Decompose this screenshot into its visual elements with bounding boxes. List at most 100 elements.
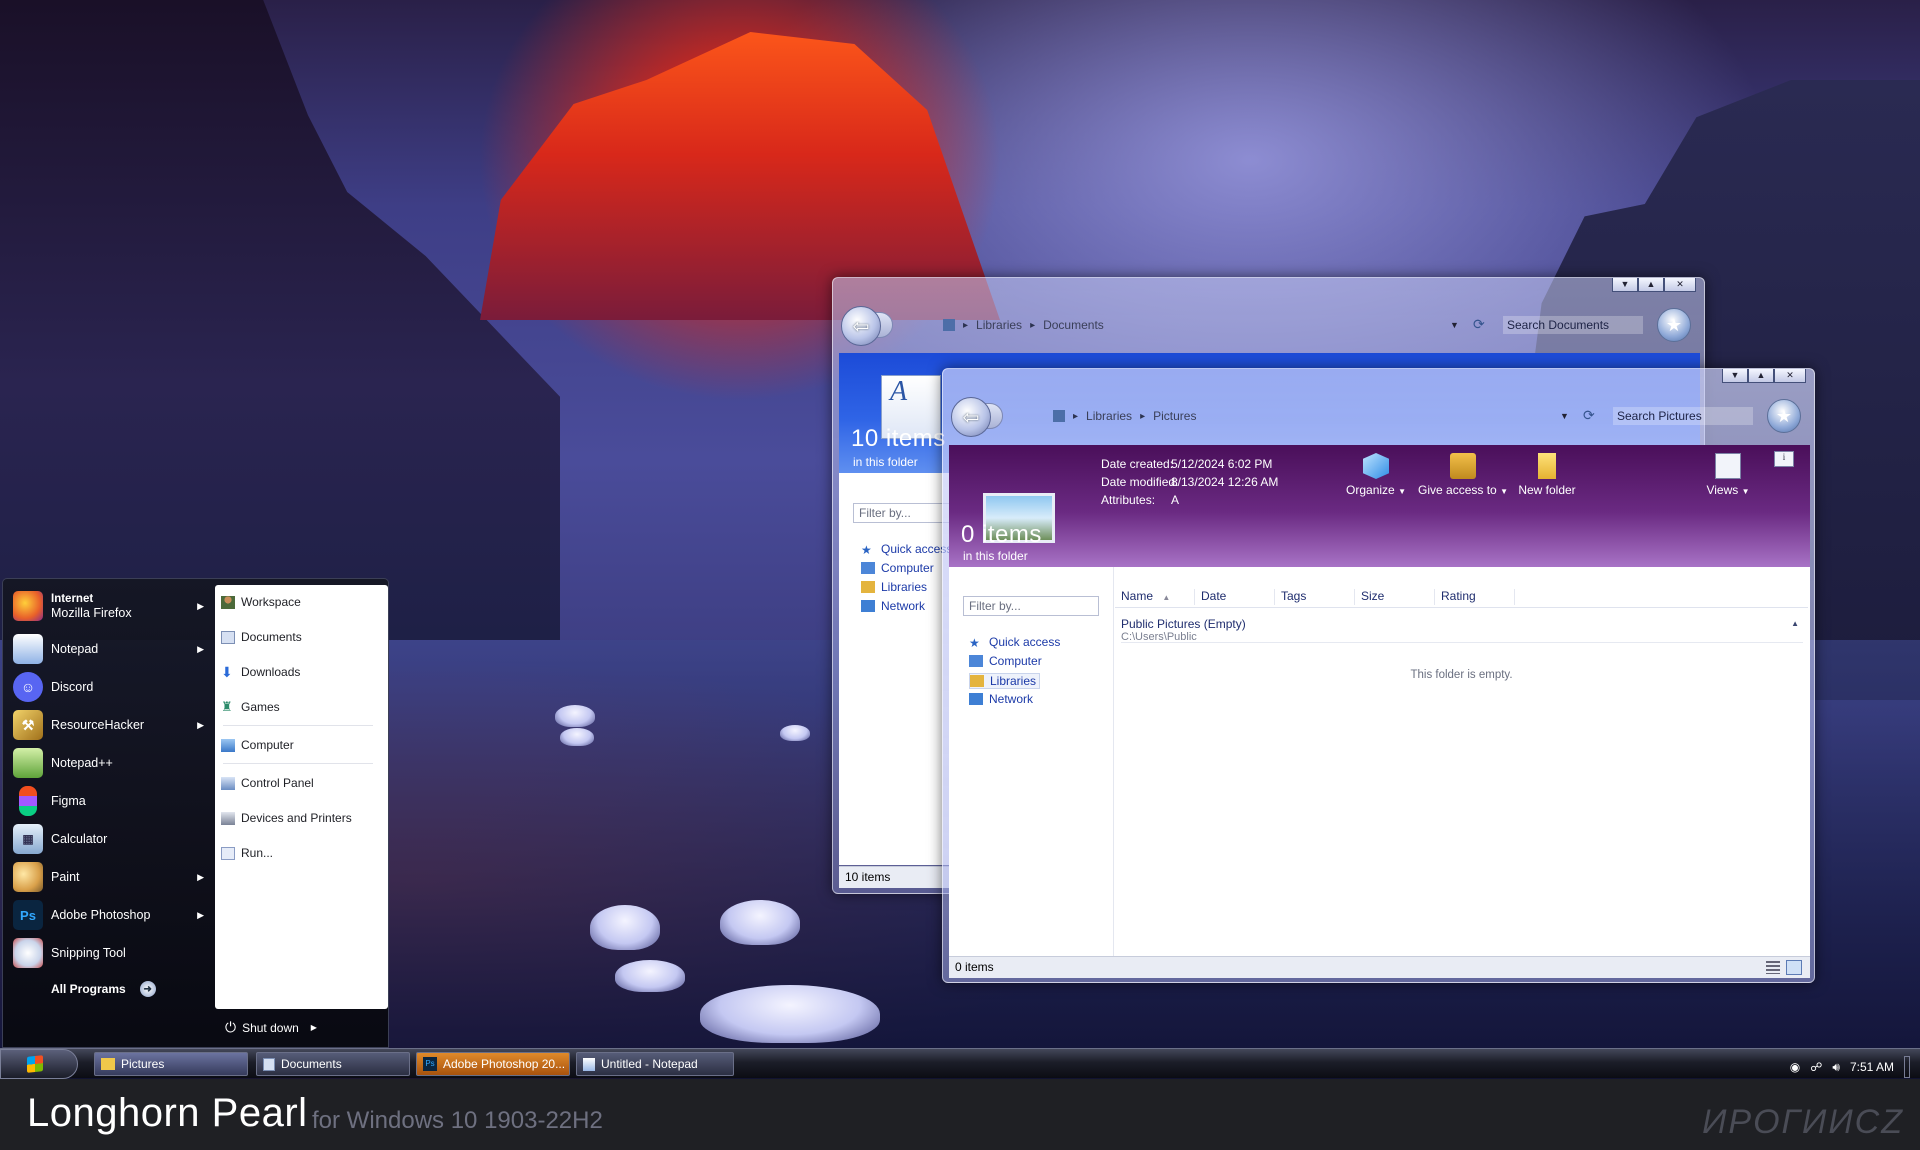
places-games[interactable]: ♜ Games xyxy=(221,700,280,715)
wallpaper-rock xyxy=(720,900,800,945)
pinned-notepadpp[interactable]: Notepad++ xyxy=(13,745,208,781)
give-access-label: Give access to xyxy=(1418,483,1497,497)
minimize-button[interactable]: ▼ xyxy=(1722,369,1748,383)
taskbar-pictures[interactable]: Pictures xyxy=(94,1052,248,1076)
nav-network[interactable]: Network xyxy=(969,692,1033,706)
search-input[interactable]: Search Pictures xyxy=(1613,407,1753,425)
new-folder-button[interactable]: New folder xyxy=(1511,453,1583,497)
volume-icon[interactable]: 🔊︎ xyxy=(1832,1060,1840,1075)
pinned-snipping-tool[interactable]: Snipping Tool xyxy=(13,935,208,971)
views-label: Views xyxy=(1706,483,1739,497)
organize-button[interactable]: Organize ▼ xyxy=(1341,453,1411,497)
address-bar[interactable]: ▸ Libraries ▸ Documents xyxy=(943,318,1104,332)
breadcrumb-documents[interactable]: Documents xyxy=(1043,318,1104,332)
column-name[interactable]: Name ▲ xyxy=(1115,588,1195,605)
group-header[interactable]: Public Pictures (Empty) C:\Users\Public … xyxy=(1121,617,1803,643)
places-workspace[interactable]: Workspace xyxy=(221,595,301,609)
places-documents[interactable]: Documents xyxy=(221,630,302,644)
maximize-button[interactable]: ▲ xyxy=(1748,369,1774,383)
views-button[interactable]: Views ▼ xyxy=(1705,453,1751,497)
column-date[interactable]: Date xyxy=(1195,588,1275,605)
network-icon xyxy=(861,600,875,612)
shutdown-options-arrow-icon[interactable]: ▶ xyxy=(311,1023,317,1032)
close-button[interactable]: ✕ xyxy=(1664,278,1696,292)
back-button[interactable]: ⇦ xyxy=(951,397,991,437)
taskbar-photoshop[interactable]: Ps Adobe Photoshop 20... xyxy=(416,1052,570,1076)
breadcrumb-pictures[interactable]: Pictures xyxy=(1153,409,1196,423)
pinned-internet[interactable]: Internet Mozilla Firefox ▶ xyxy=(13,585,208,627)
nav-network[interactable]: Network xyxy=(861,599,925,613)
filter-input[interactable]: Filter by... xyxy=(963,596,1099,616)
pinned-discord[interactable]: ☺ Discord xyxy=(13,669,208,705)
taskbar-notepad[interactable]: Untitled - Notepad xyxy=(576,1052,734,1076)
column-rating[interactable]: Rating xyxy=(1435,588,1515,605)
favorites-star-icon[interactable]: ★ xyxy=(1767,399,1801,433)
submenu-arrow-icon[interactable]: ▶ xyxy=(197,644,204,655)
pinned-paint[interactable]: Paint ▶ xyxy=(13,859,208,895)
pinned-photoshop[interactable]: Ps Adobe Photoshop ▶ xyxy=(13,897,208,933)
favorites-star-icon[interactable]: ★ xyxy=(1657,308,1691,342)
refresh-icon[interactable]: ⟳ xyxy=(1473,316,1485,333)
give-access-button[interactable]: Give access to ▼ xyxy=(1417,453,1509,497)
address-dropdown-icon[interactable]: ▼ xyxy=(1450,320,1459,330)
printer-icon xyxy=(221,811,235,825)
banner-title: Longhorn Pearl xyxy=(27,1091,308,1135)
details-view-icon[interactable] xyxy=(1766,961,1780,974)
item-count: 10 items xyxy=(851,425,946,452)
places-computer[interactable]: Computer xyxy=(221,738,294,752)
photoshop-icon: Ps xyxy=(13,900,43,930)
tiles-view-icon[interactable] xyxy=(1786,960,1802,975)
chevron-right-icon: ▸ xyxy=(1140,410,1146,422)
library-icon xyxy=(1053,410,1065,422)
pinned-title: Snipping Tool xyxy=(51,946,126,960)
places-control-panel[interactable]: Control Panel xyxy=(221,776,314,790)
taskbar-documents[interactable]: Documents xyxy=(256,1052,410,1076)
column-size[interactable]: Size xyxy=(1355,588,1435,605)
submenu-arrow-icon[interactable]: ▶ xyxy=(197,910,204,921)
breadcrumb-libraries[interactable]: Libraries xyxy=(976,318,1022,332)
address-dropdown-icon[interactable]: ▼ xyxy=(1560,411,1569,421)
nav-quick-access[interactable]: ★ Quick access xyxy=(969,635,1060,650)
pinned-figma[interactable]: Figma xyxy=(13,783,208,819)
submenu-arrow-icon[interactable]: ▶ xyxy=(197,872,204,883)
places-label: Workspace xyxy=(241,595,301,609)
places-downloads[interactable]: ⬇ Downloads xyxy=(221,663,300,680)
show-desktop-button[interactable] xyxy=(1904,1056,1910,1078)
new-folder-icon xyxy=(1538,453,1556,479)
details-header: 0 items in this folder Date created: 5/1… xyxy=(949,445,1810,567)
breadcrumb-libraries[interactable]: Libraries xyxy=(1086,409,1132,423)
nav-computer[interactable]: Computer xyxy=(861,561,934,575)
attributes-label: Attributes: xyxy=(1101,493,1156,507)
submenu-arrow-icon[interactable]: ▶ xyxy=(197,601,204,612)
explorer-window-pictures[interactable]: ▼ ▲ ✕ ⇦ ▸ Libraries ▸ Pictures ▼ ⟳ Searc… xyxy=(942,368,1815,983)
tray-expand-icon[interactable]: ◉ xyxy=(1790,1060,1800,1074)
pinned-calculator[interactable]: ▦ Calculator xyxy=(13,821,208,857)
date-modified-value: 8/13/2024 12:26 AM xyxy=(1171,475,1279,489)
back-button[interactable]: ⇦ xyxy=(841,306,881,346)
nav-libraries[interactable]: Libraries xyxy=(969,673,1041,689)
pinned-resourcehacker[interactable]: ⚒ ResourceHacker ▶ xyxy=(13,707,208,743)
clock[interactable]: 7:51 AM xyxy=(1850,1060,1894,1074)
minimize-button[interactable]: ▼ xyxy=(1612,278,1638,292)
pinned-notepad[interactable]: Notepad ▶ xyxy=(13,631,208,667)
nav-computer[interactable]: Computer xyxy=(969,654,1042,668)
address-bar[interactable]: ▸ Libraries ▸ Pictures xyxy=(1053,409,1196,423)
column-tags[interactable]: Tags xyxy=(1275,588,1355,605)
all-programs-button[interactable]: All Programs ➜ xyxy=(51,981,156,997)
places-run[interactable]: Run... xyxy=(221,846,273,860)
collapse-icon[interactable]: ▲ xyxy=(1791,619,1799,628)
downloads-icon: ⬇ xyxy=(221,663,233,680)
dropdown-arrow-icon: ▼ xyxy=(1741,487,1750,496)
maximize-button[interactable]: ▲ xyxy=(1638,278,1664,292)
places-devices-printers[interactable]: Devices and Printers xyxy=(221,811,352,825)
nav-quick-access[interactable]: ★ Quick access xyxy=(861,542,952,557)
submenu-arrow-icon[interactable]: ▶ xyxy=(197,720,204,731)
close-button[interactable]: ✕ xyxy=(1774,369,1806,383)
start-button[interactable] xyxy=(0,1049,78,1079)
network-wifi-icon[interactable]: ☍ xyxy=(1810,1060,1822,1074)
shutdown-button[interactable]: ⏻ Shut down ▶ xyxy=(225,1019,317,1036)
info-pane-button[interactable]: i xyxy=(1774,451,1794,467)
nav-libraries[interactable]: Libraries xyxy=(861,580,927,594)
refresh-icon[interactable]: ⟳ xyxy=(1583,407,1595,424)
search-input[interactable]: Search Documents xyxy=(1503,316,1643,334)
